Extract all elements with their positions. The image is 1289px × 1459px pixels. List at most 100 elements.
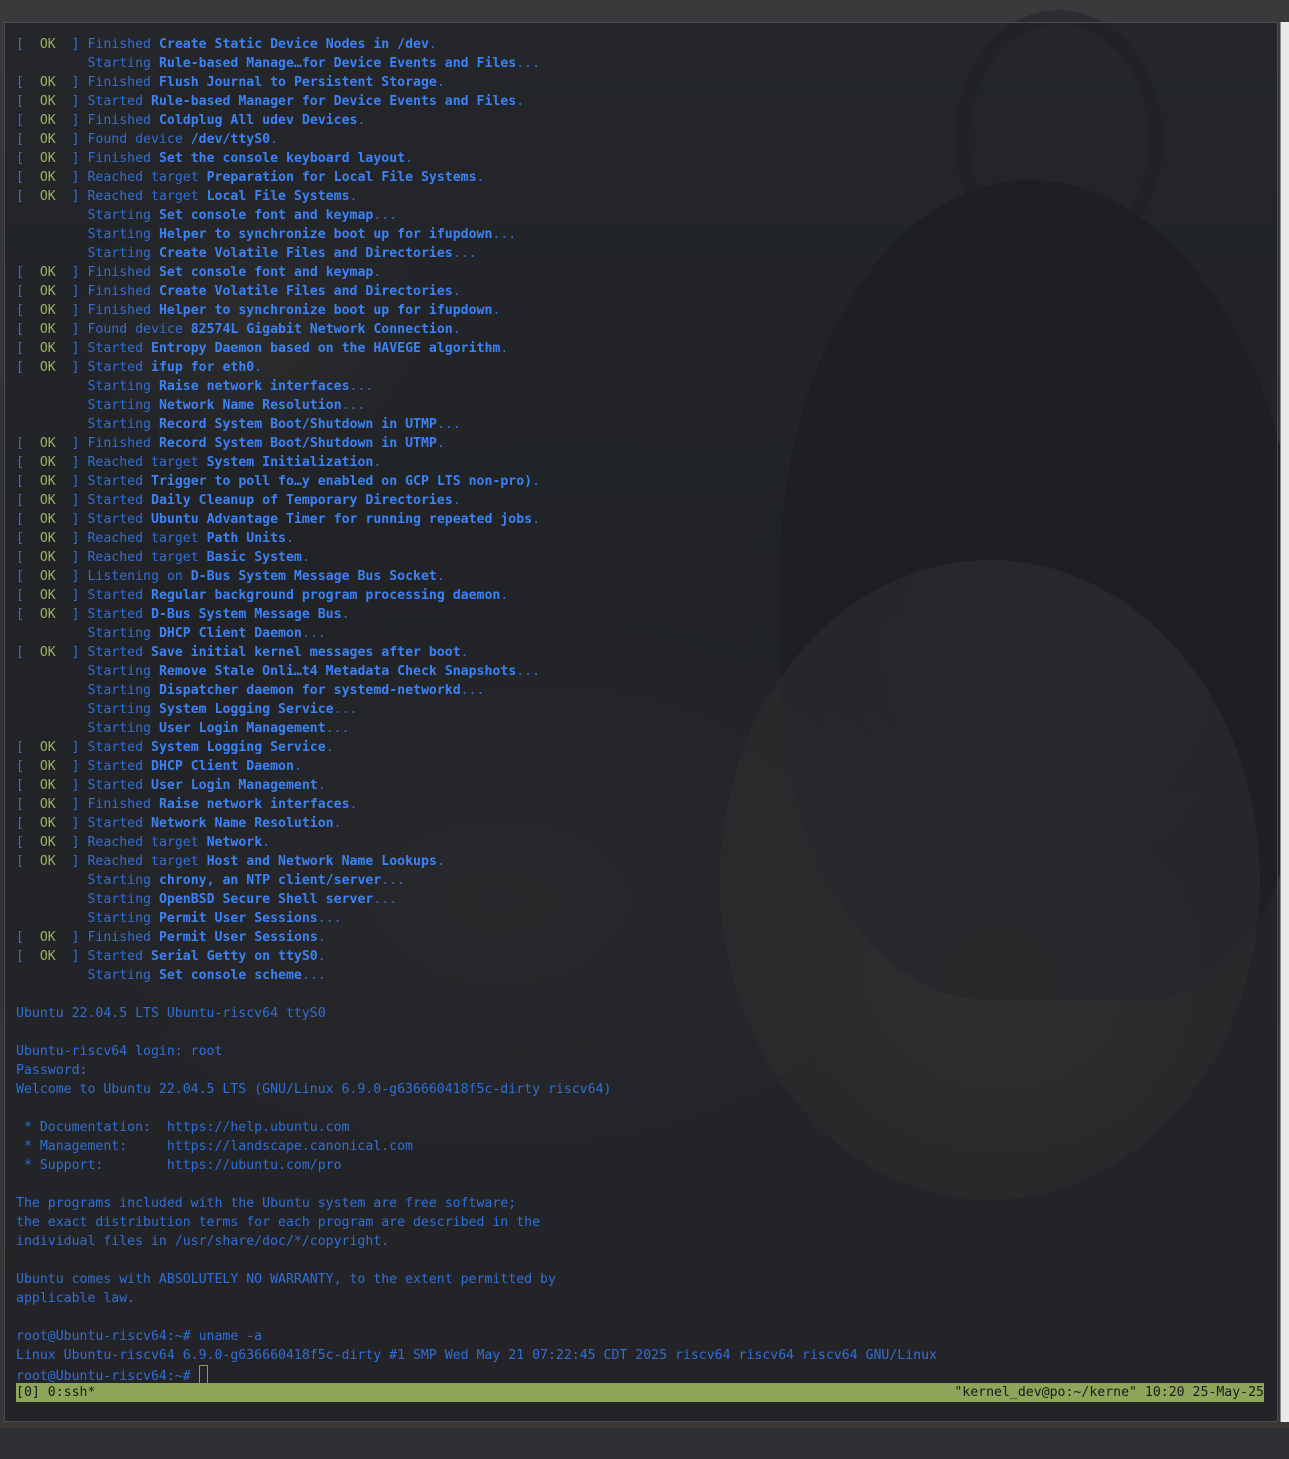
ok-status: OK <box>39 778 56 793</box>
unit-name: Set console scheme <box>158 968 302 983</box>
unit-name: Basic System <box>206 550 302 565</box>
status-tag: [ OK ] <box>16 797 88 812</box>
unit-name: Record System Boot/Shutdown in UTMP <box>158 417 437 432</box>
ok-status: OK <box>39 512 56 527</box>
status-tag <box>16 56 87 71</box>
log-suffix: ... <box>317 911 342 926</box>
unit-name: /dev/ttyS0 <box>190 132 271 147</box>
ok-status: OK <box>39 37 56 52</box>
log-verb: Starting <box>87 56 151 71</box>
unit-name: Daily Cleanup of Temporary Directories <box>151 493 453 508</box>
status-tag: [ OK ] <box>16 645 88 660</box>
log-suffix: . <box>405 151 414 166</box>
console-line: * Documentation: https://help.ubuntu.com <box>16 1120 350 1135</box>
log-verb: Started <box>87 759 144 774</box>
boot-log-line: [ OK ] Finished Record System Boot/Shutd… <box>16 434 1271 453</box>
unit-name: User Login Management <box>158 721 326 736</box>
status-tag <box>16 626 87 641</box>
log-suffix: ... <box>492 227 517 242</box>
boot-log-line: Starting User Login Management... <box>16 719 1271 738</box>
status-tag: [ OK ] <box>16 949 88 964</box>
shell-prompt: root@Ubuntu-riscv64:~# <box>16 1369 199 1384</box>
boot-log-line: Starting System Logging Service... <box>16 700 1271 719</box>
log-verb: Finished <box>87 797 152 812</box>
log-verb: Starting <box>87 664 151 679</box>
unit-name: Raise network interfaces <box>158 379 350 394</box>
status-tag: [ OK ] <box>16 607 88 622</box>
boot-log-line: Starting Create Volatile Files and Direc… <box>16 244 1271 263</box>
console-line: Welcome to Ubuntu 22.04.5 LTS (GNU/Linux… <box>16 1082 612 1097</box>
unit-name: Entropy Daemon based on the HAVEGE algor… <box>151 341 501 356</box>
shell-prompt-line[interactable]: root@Ubuntu-riscv64:~# <box>16 1365 1271 1384</box>
log-suffix: . <box>500 588 509 603</box>
unit-name: Preparation for Local File Systems <box>206 170 477 185</box>
boot-log-line: [ OK ] Started System Logging Service. <box>16 738 1271 757</box>
log-verb: Finished <box>87 75 152 90</box>
ok-status: OK <box>39 835 56 850</box>
log-verb: Started <box>87 512 144 527</box>
unit-name: Set console font and keymap <box>158 265 374 280</box>
console-line: the exact distribution terms for each pr… <box>16 1215 541 1230</box>
boot-log-line: Starting Record System Boot/Shutdown in … <box>16 415 1271 434</box>
status-tag: [ OK ] <box>16 436 88 451</box>
log-verb: Finished <box>87 930 152 945</box>
unit-name: Create Static Device Nodes in /dev <box>158 37 429 52</box>
log-verb: Started <box>87 588 144 603</box>
ok-status: OK <box>39 740 56 755</box>
log-suffix: ... <box>436 417 461 432</box>
boot-log-line: [ OK ] Started Ubuntu Advantage Timer fo… <box>16 510 1271 529</box>
status-tag: [ OK ] <box>16 37 88 52</box>
unit-name: Rule-based Manage…for Device Events and … <box>158 56 517 71</box>
boot-log-line: [ OK ] Finished Raise network interfaces… <box>16 795 1271 814</box>
ok-status: OK <box>39 645 56 660</box>
boot-log-line: [ OK ] Finished Set console font and key… <box>16 263 1271 282</box>
log-suffix: . <box>317 778 326 793</box>
log-suffix: . <box>452 493 461 508</box>
unit-name: Rule-based Manager for Device Events and… <box>151 94 517 109</box>
log-suffix: ... <box>460 683 485 698</box>
log-verb: Started <box>87 493 144 508</box>
log-verb: Reached target <box>87 455 199 470</box>
status-tag <box>16 398 87 413</box>
unit-name: Save initial kernel messages after boot <box>151 645 461 660</box>
boot-log-line: [ OK ] Finished Helper to synchronize bo… <box>16 301 1271 320</box>
status-tag: [ OK ] <box>16 94 88 109</box>
status-tag: [ OK ] <box>16 151 88 166</box>
console-line: * Management: https://landscape.canonica… <box>16 1139 413 1154</box>
ok-status: OK <box>39 75 56 90</box>
log-suffix: . <box>317 930 326 945</box>
terminal-output[interactable]: [ OK ] Finished Create Static Device Nod… <box>16 35 1271 1384</box>
boot-log-line: Starting Set console scheme... <box>16 966 1271 985</box>
boot-log-line: [ OK ] Reached target Preparation for Lo… <box>16 168 1271 187</box>
console-line: Ubuntu comes with ABSOLUTELY NO WARRANTY… <box>16 1272 556 1287</box>
log-verb: Starting <box>87 626 151 641</box>
status-tag: [ OK ] <box>16 493 88 508</box>
boot-log-line: [ OK ] Started ifup for eth0. <box>16 358 1271 377</box>
log-suffix: . <box>476 170 485 185</box>
log-verb: Started <box>87 740 144 755</box>
boot-log-line: [ OK ] Started Daily Cleanup of Temporar… <box>16 491 1271 510</box>
log-suffix: . <box>532 474 541 489</box>
ok-status: OK <box>39 322 56 337</box>
unit-name: Regular background program processing da… <box>151 588 501 603</box>
boot-log-line: Starting Dispatcher daemon for systemd-n… <box>16 681 1271 700</box>
unit-name: Permit User Sessions <box>158 930 318 945</box>
tmux-window-list[interactable]: [0] 0:ssh* <box>16 1383 95 1402</box>
status-tag: [ OK ] <box>16 284 88 299</box>
status-tag: [ OK ] <box>16 759 88 774</box>
terminal-window[interactable]: [ OK ] Finished Create Static Device Nod… <box>4 22 1278 1422</box>
log-suffix: . <box>349 797 358 812</box>
status-tag: [ OK ] <box>16 113 88 128</box>
text-cursor[interactable] <box>198 1365 208 1384</box>
console-line: Linux Ubuntu-riscv64 6.9.0-g636660418f5c… <box>16 1348 937 1363</box>
boot-log-line: [ OK ] Started Trigger to poll fo…y enab… <box>16 472 1271 491</box>
log-suffix: . <box>254 360 263 375</box>
log-verb: Finished <box>87 151 152 166</box>
log-verb: Starting <box>87 892 151 907</box>
unit-name: Helper to synchronize boot up for ifupdo… <box>158 227 493 242</box>
boot-log-line: Starting chrony, an NTP client/server... <box>16 871 1271 890</box>
